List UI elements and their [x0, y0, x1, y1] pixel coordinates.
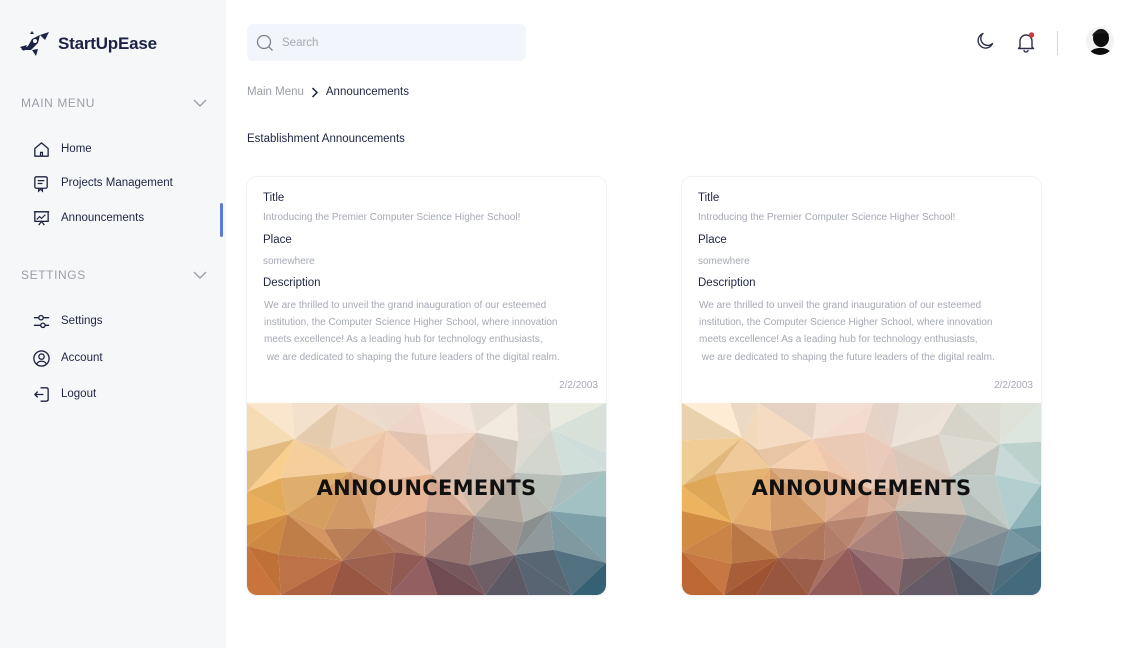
sidebar-item-announcements[interactable]: Announcements	[31, 207, 144, 229]
sidebar: StartUpEase MAIN MENU Home Projects Mana…	[0, 0, 226, 648]
sidebar-item-label: Account	[61, 352, 103, 364]
title-label: Title	[698, 192, 720, 204]
description-text: We are thrilled to unveil the grand inau…	[699, 297, 1019, 366]
announcement-date: 2/2/2003	[559, 380, 598, 391]
home-icon	[31, 139, 51, 159]
chevron-down-icon	[193, 99, 207, 107]
chevron-down-icon	[193, 271, 207, 279]
description-text: We are thrilled to unveil the grand inau…	[264, 297, 584, 366]
user-circle-icon	[31, 348, 51, 368]
logout-icon	[31, 384, 51, 404]
title-label: Title	[263, 192, 285, 204]
sidebar-item-settings[interactable]: Settings	[31, 310, 103, 332]
place-value: somewhere	[698, 256, 750, 267]
sidebar-item-label: Home	[61, 143, 92, 155]
sidebar-item-projects-management[interactable]: Projects Management	[31, 172, 173, 194]
description-line: We are thrilled to unveil the grand inau…	[699, 300, 982, 311]
notifications-button[interactable]	[1016, 31, 1036, 58]
presentation-icon	[31, 208, 51, 228]
clipboard-icon	[31, 173, 51, 193]
app-name: StartUpEase	[58, 34, 157, 53]
sidebar-item-label: Settings	[61, 315, 103, 327]
description-line: institution, the Computer Science Higher…	[699, 317, 993, 329]
sidebar-item-label: Projects Management	[61, 177, 173, 189]
chevron-right-icon	[311, 86, 318, 98]
app-logo[interactable]: StartUpEase	[18, 30, 157, 58]
sidebar-item-account[interactable]: Account	[31, 347, 103, 369]
banner-text: ANNOUNCEMENTS	[751, 476, 972, 500]
rocket-logo-icon	[20, 31, 49, 56]
header-divider	[1057, 31, 1058, 55]
description-line: institution, the Computer Science Higher…	[264, 317, 558, 329]
place-label: Place	[698, 234, 727, 246]
banner-text: ANNOUNCEMENTS	[316, 476, 537, 500]
main-menu-title: MAIN MENU	[21, 96, 96, 110]
description-line: we are dedicated to shaping the future l…	[699, 351, 995, 363]
description-line: We are thrilled to unveil the grand inau…	[264, 300, 547, 311]
description-line: meets excellence! As a leading hub for t…	[264, 334, 543, 346]
moon-icon	[977, 32, 994, 49]
page-title: Establishment Announcements	[247, 133, 405, 145]
settings-title: SETTINGS	[21, 268, 86, 282]
description-line: meets excellence! As a leading hub for t…	[699, 334, 978, 346]
main-menu-header[interactable]: MAIN MENU	[21, 96, 207, 110]
search-bar[interactable]	[247, 24, 526, 61]
avatar[interactable]	[1086, 27, 1114, 55]
search-input[interactable]	[282, 36, 502, 49]
title-value: Introducing the Premier Computer Science…	[263, 212, 521, 223]
sidebar-item-label: Announcements	[61, 212, 145, 224]
bell-icon	[1017, 32, 1035, 53]
announcement-card[interactable]: Title Introducing the Premier Computer S…	[247, 177, 606, 595]
breadcrumb-current: Announcements	[325, 86, 410, 98]
breadcrumb-root-link[interactable]: Main Menu	[247, 86, 304, 98]
sidebar-item-logout[interactable]: Logout	[31, 383, 96, 405]
announcement-banner-image: ANNOUNCEMENTS	[682, 403, 1041, 595]
announcement-banner-image: ANNOUNCEMENTS	[247, 403, 606, 595]
place-label: Place	[263, 234, 292, 246]
description-label: Description	[698, 277, 756, 289]
active-indicator	[220, 203, 223, 237]
search-icon	[256, 34, 273, 51]
sidebar-item-label: Logout	[61, 388, 97, 400]
announcement-card[interactable]: Title Introducing the Premier Computer S…	[682, 177, 1041, 595]
title-value: Introducing the Premier Computer Science…	[698, 212, 956, 223]
settings-header[interactable]: SETTINGS	[21, 268, 207, 282]
sidebar-item-home[interactable]: Home	[31, 138, 92, 160]
sliders-icon	[31, 311, 51, 331]
description-label: Description	[263, 277, 321, 289]
breadcrumb: Main Menu Announcements	[247, 86, 409, 98]
place-value: somewhere	[263, 256, 315, 267]
theme-toggle-button[interactable]	[975, 31, 995, 56]
description-line: we are dedicated to shaping the future l…	[264, 351, 560, 363]
announcement-date: 2/2/2003	[994, 380, 1033, 391]
user-avatar-icon	[1086, 27, 1114, 55]
